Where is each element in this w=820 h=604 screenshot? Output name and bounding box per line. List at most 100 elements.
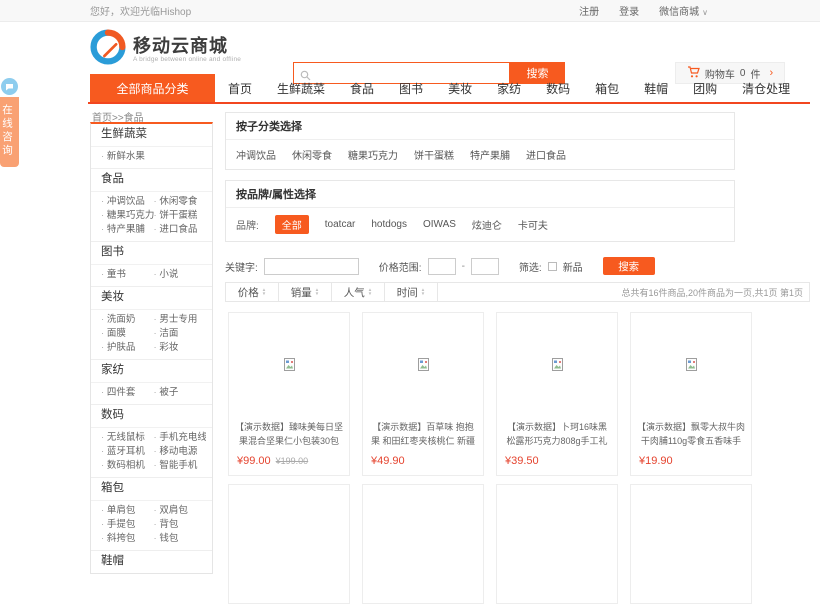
subcategory-option[interactable]: 糖果巧克力 bbox=[348, 147, 398, 162]
subcategory-option[interactable]: 冲调饮品 bbox=[236, 147, 276, 162]
sort-arrows-icon: ▲▼ bbox=[262, 288, 266, 296]
sidebar-item[interactable]: 洁面 bbox=[154, 327, 207, 341]
product-price: ¥39.50 bbox=[505, 455, 539, 467]
sidebar-item[interactable]: 糖果巧克力 bbox=[101, 209, 154, 223]
sidebar-item[interactable]: 钱包 bbox=[154, 532, 207, 546]
product-title[interactable]: 【演示数据】臻味美每日坚果混合坚果仁小包装30包 bbox=[229, 421, 349, 449]
filter-search-button[interactable]: 搜索 bbox=[603, 257, 655, 275]
sidebar-item[interactable]: 护肤品 bbox=[101, 341, 154, 355]
broken-image-icon bbox=[686, 358, 697, 376]
product-card[interactable] bbox=[496, 484, 618, 604]
nav-item-group[interactable]: 团购 bbox=[693, 80, 717, 97]
sidebar-item[interactable]: 背包 bbox=[154, 518, 207, 532]
product-card[interactable]: 【演示数据】百草味 抱抱果 和田红枣夹核桃仁 新疆大枣干果特产 ¥49.90 bbox=[362, 312, 484, 476]
product-card[interactable] bbox=[630, 484, 752, 604]
keyword-input[interactable] bbox=[264, 258, 359, 275]
subcategory-option[interactable]: 特产果脯 bbox=[470, 147, 510, 162]
sidebar-item[interactable]: 休闲零食 bbox=[154, 195, 207, 209]
nav-item-home[interactable]: 首页 bbox=[228, 80, 252, 97]
sidebar-title-food[interactable]: 食品 bbox=[91, 169, 212, 192]
filter-label: 筛选: bbox=[519, 259, 542, 274]
sidebar-item[interactable]: 四件套 bbox=[101, 386, 154, 400]
sidebar-item[interactable]: 面膜 bbox=[101, 327, 154, 341]
sidebar-item[interactable]: 双肩包 bbox=[154, 504, 207, 518]
sidebar-item[interactable]: 小说 bbox=[154, 268, 207, 282]
sort-by-popularity[interactable]: 人气 ▲▼ bbox=[332, 283, 385, 301]
subcategory-option[interactable]: 休闲零食 bbox=[292, 147, 332, 162]
sidebar-item[interactable]: 特产果脯 bbox=[101, 223, 154, 237]
sort-label: 价格 bbox=[238, 285, 259, 300]
sidebar-title-beauty[interactable]: 美妆 bbox=[91, 287, 212, 310]
brand-option[interactable]: hotdogs bbox=[371, 219, 407, 230]
site-logo[interactable]: 移动云商城 A bridge between online and offlin… bbox=[90, 29, 241, 70]
nav-item-food[interactable]: 食品 bbox=[350, 80, 374, 97]
brand-option[interactable]: 炫迪仑 bbox=[472, 217, 502, 232]
brand-option[interactable]: toatcar bbox=[325, 219, 356, 230]
login-link[interactable]: 登录 bbox=[619, 3, 639, 18]
nav-item-bags[interactable]: 箱包 bbox=[595, 80, 619, 97]
price-min-input[interactable] bbox=[428, 258, 456, 275]
new-product-checkbox[interactable] bbox=[548, 262, 557, 271]
nav-item-fresh[interactable]: 生鲜蔬菜 bbox=[277, 80, 325, 97]
sort-by-price[interactable]: 价格 ▲▼ bbox=[226, 283, 279, 301]
brand-label: 品牌: bbox=[236, 217, 259, 232]
sidebar-item[interactable]: 蓝牙耳机 bbox=[101, 445, 154, 459]
sidebar-item[interactable]: 智能手机 bbox=[154, 459, 207, 473]
product-title[interactable]: 【演示数据】卜珂16味黑松露形巧克力808g手工礼盒装（代可可脂） bbox=[497, 421, 617, 449]
price-max-input[interactable] bbox=[471, 258, 499, 275]
product-card[interactable] bbox=[362, 484, 484, 604]
sidebar-title-digital[interactable]: 数码 bbox=[91, 405, 212, 428]
sidebar-item[interactable]: 手提包 bbox=[101, 518, 154, 532]
wechat-mall-label: 微信商城 bbox=[659, 7, 699, 18]
subcategory-option[interactable]: 进口食品 bbox=[526, 147, 566, 162]
brand-option[interactable]: OIWAS bbox=[423, 219, 456, 230]
wechat-mall-link[interactable]: 微信商城∨ bbox=[659, 3, 708, 18]
product-card[interactable]: 【演示数据】飘零大叔牛肉干肉脯110g零食五香味手撕黄牛肉片 ¥19.90 bbox=[630, 312, 752, 476]
range-separator: - bbox=[462, 261, 465, 272]
sidebar-title-bags[interactable]: 箱包 bbox=[91, 478, 212, 501]
brand-option[interactable]: 卡可夫 bbox=[518, 217, 548, 232]
nav-item-beauty[interactable]: 美妆 bbox=[448, 80, 472, 97]
product-card[interactable]: 【演示数据】卜珂16味黑松露形巧克力808g手工礼盒装（代可可脂） ¥39.50 bbox=[496, 312, 618, 476]
sidebar-title-shoes[interactable]: 鞋帽 bbox=[91, 551, 212, 573]
sidebar-item[interactable]: 男士专用 bbox=[154, 313, 207, 327]
sidebar-item[interactable]: 童书 bbox=[101, 268, 154, 282]
sidebar-item[interactable]: 数码相机 bbox=[101, 459, 154, 473]
nav-item-shoes[interactable]: 鞋帽 bbox=[644, 80, 668, 97]
nav-item-textile[interactable]: 家纺 bbox=[497, 80, 521, 97]
brand-all-chip[interactable]: 全部 bbox=[275, 215, 309, 234]
sidebar-item[interactable]: 新鲜水果 bbox=[101, 150, 154, 164]
sidebar-item[interactable]: 手机充电线 bbox=[154, 431, 207, 445]
sidebar-item[interactable]: 单肩包 bbox=[101, 504, 154, 518]
nav-item-books[interactable]: 图书 bbox=[399, 80, 423, 97]
sidebar-item[interactable]: 移动电源 bbox=[154, 445, 207, 459]
product-title[interactable]: 【演示数据】百草味 抱抱果 和田红枣夹核桃仁 新疆大枣干果特产 bbox=[363, 421, 483, 449]
sidebar-title-books[interactable]: 图书 bbox=[91, 242, 212, 265]
sidebar-item[interactable]: 彩妆 bbox=[154, 341, 207, 355]
nav-item-clearance[interactable]: 清仓处理 bbox=[742, 80, 790, 97]
product-card[interactable] bbox=[228, 484, 350, 604]
nav-item-digital[interactable]: 数码 bbox=[546, 80, 570, 97]
subcategory-filter-panel: 按子分类选择 冲调饮品 休闲零食 糖果巧克力 饼干蛋糕 特产果脯 进口食品 bbox=[225, 112, 735, 170]
sidebar-item[interactable]: 饼干蛋糕 bbox=[154, 209, 207, 223]
all-categories-button[interactable]: 全部商品分类 bbox=[90, 74, 215, 102]
product-price-row: ¥19.90 bbox=[631, 449, 751, 475]
topbar: 您好，欢迎光临Hishop 注册 登录 微信商城∨ bbox=[0, 0, 820, 22]
sidebar-section-shoes: 鞋帽 bbox=[91, 551, 212, 573]
sidebar-item[interactable]: 无线鼠标 bbox=[101, 431, 154, 445]
sidebar-item[interactable]: 进口食品 bbox=[154, 223, 207, 237]
sort-by-sales[interactable]: 销量 ▲▼ bbox=[279, 283, 332, 301]
product-title[interactable]: 【演示数据】飘零大叔牛肉干肉脯110g零食五香味手撕黄牛肉片 bbox=[631, 421, 751, 449]
sidebar-title-fresh[interactable]: 生鲜蔬菜 bbox=[91, 124, 212, 147]
register-link[interactable]: 注册 bbox=[579, 3, 599, 18]
sidebar-title-textile[interactable]: 家纺 bbox=[91, 360, 212, 383]
product-card[interactable]: 【演示数据】臻味美每日坚果混合坚果仁小包装30包 ¥99.00¥199.00 bbox=[228, 312, 350, 476]
sidebar-item[interactable]: 洗面奶 bbox=[101, 313, 154, 327]
subcategory-option[interactable]: 饼干蛋糕 bbox=[414, 147, 454, 162]
online-service-widget[interactable]: 在线咨询 bbox=[0, 78, 19, 167]
sidebar-item[interactable]: 冲调饮品 bbox=[101, 195, 154, 209]
sort-by-time[interactable]: 时间 ▲▼ bbox=[385, 283, 438, 301]
sidebar-item[interactable]: 被子 bbox=[154, 386, 207, 400]
brand-filter-title: 按品牌/属性选择 bbox=[226, 181, 734, 208]
sidebar-item[interactable]: 斜挎包 bbox=[101, 532, 154, 546]
